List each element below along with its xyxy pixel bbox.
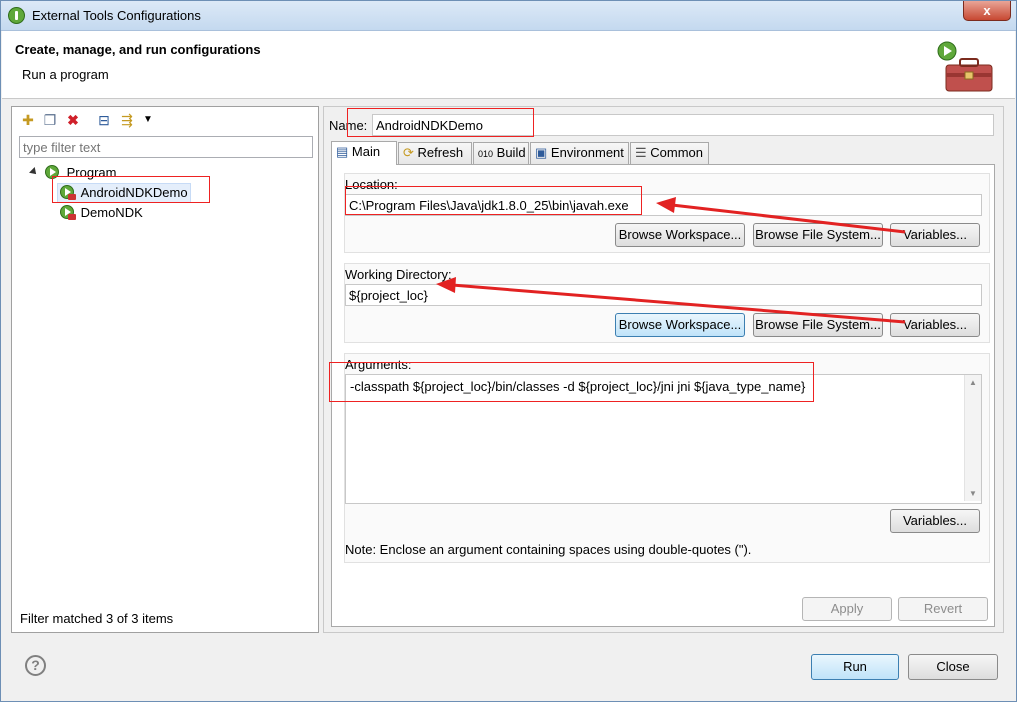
location-browse-workspace-button[interactable]: Browse Workspace...: [615, 223, 745, 247]
tree-item-demondk[interactable]: DemoNDK: [60, 204, 143, 224]
arguments-textarea[interactable]: -classpath ${project_loc}/bin/classes -d…: [345, 374, 982, 504]
config-editor-panel: Name: AndroidNDKDemo ▤ Main ⟳ Refresh 01…: [323, 106, 1004, 633]
expand-arrow-icon[interactable]: [29, 167, 39, 177]
build-icon: 010: [478, 149, 494, 159]
collapse-all-icon[interactable]: ⊟: [96, 111, 112, 129]
arguments-note: Note: Enclose an argument containing spa…: [345, 542, 752, 557]
tab-label: Main: [351, 144, 381, 159]
workdir-browse-workspace-button[interactable]: Browse Workspace...: [615, 313, 745, 337]
left-toolbar: ✚ ❐ ✖ ⊟ ⇶ ▼: [20, 111, 180, 131]
arguments-variables-button[interactable]: Variables...: [890, 509, 980, 533]
name-label: Name:: [329, 118, 368, 133]
tab-environment[interactable]: ▣ Environment: [530, 142, 629, 164]
window-title: External Tools Configurations: [32, 8, 201, 23]
header-banner: Create, manage, and run configurations R…: [2, 31, 1015, 99]
location-browse-filesystem-button[interactable]: Browse File System...: [753, 223, 883, 247]
main-tab-content: Location: C:\Program Files\Java\jdk1.8.0…: [331, 164, 995, 627]
tab-label: Common: [650, 145, 704, 160]
banner-subtitle: Run a program: [22, 67, 109, 82]
location-variables-button[interactable]: Variables...: [890, 223, 980, 247]
filter-status: Filter matched 3 of 3 items: [20, 611, 174, 626]
environment-icon: ▣: [535, 145, 548, 160]
tab-label: Environment: [550, 145, 624, 160]
delete-icon[interactable]: ✖: [65, 111, 81, 129]
toolbox-icon: [937, 41, 993, 92]
tab-refresh[interactable]: ⟳ Refresh: [398, 142, 472, 164]
tab-label: Build: [496, 145, 526, 160]
help-icon[interactable]: ?: [25, 655, 46, 676]
configurations-panel: ✚ ❐ ✖ ⊟ ⇶ ▼ Program AndroidNDKDemo DemoN…: [11, 106, 319, 633]
workdir-variables-button[interactable]: Variables...: [890, 313, 980, 337]
window-close-button[interactable]: x: [963, 1, 1011, 21]
scroll-down-icon[interactable]: ▼: [969, 489, 977, 498]
launch-config-icon: [60, 185, 76, 200]
title-bar: External Tools Configurations x: [1, 1, 1016, 31]
workdir-browse-filesystem-button[interactable]: Browse File System...: [753, 313, 883, 337]
tree-item-label: DemoNDK: [80, 205, 143, 220]
revert-button[interactable]: Revert: [898, 597, 988, 621]
working-directory-field[interactable]: ${project_loc}: [345, 284, 982, 306]
tree-item-label: AndroidNDKDemo: [80, 185, 188, 200]
tab-bar: ▤ Main ⟳ Refresh 010 Build ▣ Environment…: [331, 141, 721, 165]
refresh-icon: ⟳: [403, 145, 414, 160]
working-directory-label: Working Directory:: [345, 267, 452, 282]
arguments-text: -classpath ${project_loc}/bin/classes -d…: [350, 379, 806, 394]
tab-main[interactable]: ▤ Main: [331, 141, 397, 165]
run-button[interactable]: Run: [811, 654, 899, 680]
external-tools-icon: [8, 7, 25, 24]
dropdown-arrow-icon[interactable]: ▼: [140, 111, 156, 129]
name-field[interactable]: AndroidNDKDemo: [372, 114, 994, 136]
filter-input[interactable]: [19, 136, 313, 158]
new-config-icon[interactable]: ✚: [20, 111, 36, 129]
filter-icon[interactable]: ⇶: [119, 111, 135, 129]
location-label: Location:: [345, 177, 398, 192]
location-field[interactable]: C:\Program Files\Java\jdk1.8.0_25\bin\ja…: [345, 194, 982, 216]
arguments-label: Arguments:: [345, 357, 412, 372]
tree-item-androidndkdemo[interactable]: AndroidNDKDemo: [57, 183, 191, 203]
launch-config-icon: [60, 205, 76, 220]
close-button[interactable]: Close: [908, 654, 998, 680]
tab-label: Refresh: [417, 145, 464, 160]
main-tab-icon: ▤: [336, 144, 349, 159]
tab-common[interactable]: ☰ Common: [630, 142, 709, 164]
tree-item-label: Program: [66, 165, 117, 180]
tab-build[interactable]: 010 Build: [473, 142, 529, 164]
arguments-scrollbar[interactable]: ▲ ▼: [964, 375, 981, 501]
program-icon: [45, 165, 59, 179]
banner-title: Create, manage, and run configurations: [15, 42, 261, 57]
scroll-up-icon[interactable]: ▲: [969, 378, 977, 387]
apply-button[interactable]: Apply: [802, 597, 892, 621]
duplicate-icon[interactable]: ❐: [42, 111, 58, 129]
external-tools-window: External Tools Configurations x Create, …: [0, 0, 1017, 702]
common-icon: ☰: [635, 145, 647, 160]
tree-item-program[interactable]: Program: [29, 164, 117, 184]
